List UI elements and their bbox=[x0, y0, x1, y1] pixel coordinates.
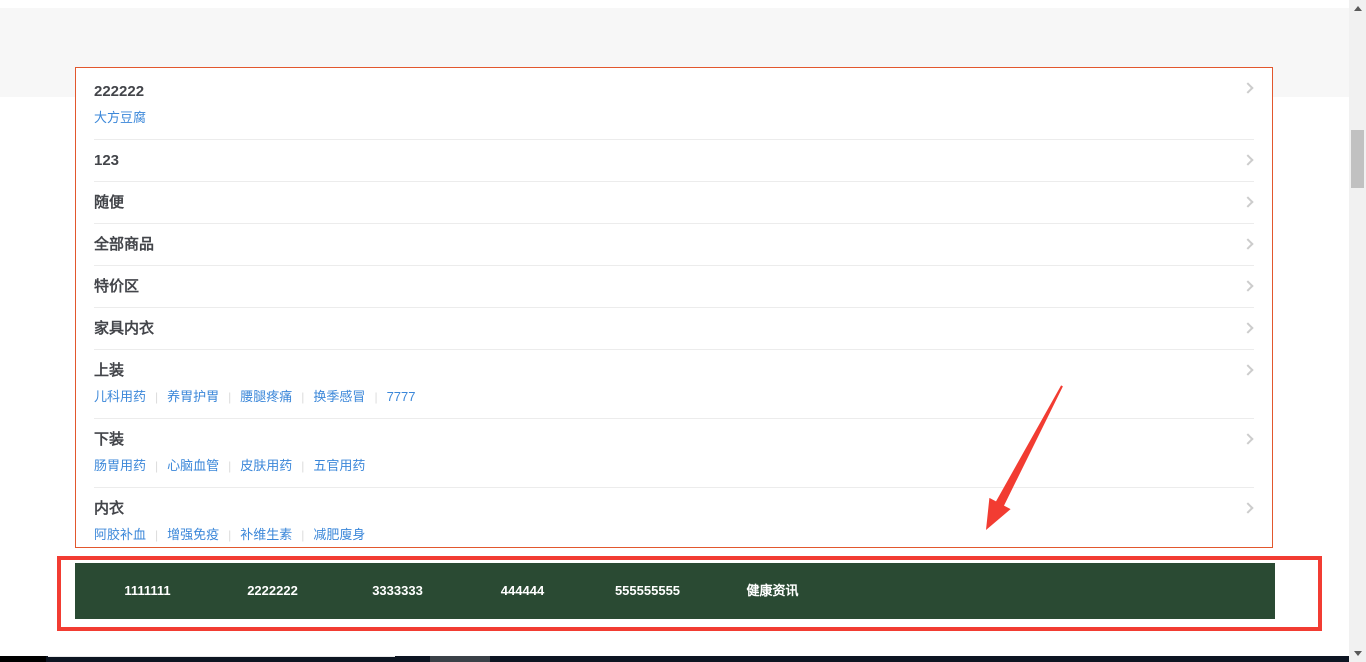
category-sublink[interactable]: 大方豆腐 bbox=[94, 110, 146, 125]
footer-nav-bar: 111111122222223333333444444555555555健康资讯 bbox=[75, 563, 1275, 619]
scroll-down-icon bbox=[1354, 651, 1362, 656]
category-title[interactable]: 随便 bbox=[94, 192, 124, 214]
category-sublinks: 肠胃用药 | 心脑血管 | 皮肤用药 | 五官用药 bbox=[94, 454, 1254, 478]
page-bottom-footer-edge bbox=[0, 656, 1349, 662]
scrollbar-down-button[interactable] bbox=[1349, 645, 1366, 662]
category-row: 全部商品 bbox=[94, 224, 1254, 266]
category-title[interactable]: 上装 bbox=[94, 360, 124, 382]
category-sublinks: 阿胶补血 | 增强免疫 | 补维生素 | 减肥廋身 bbox=[94, 523, 1254, 547]
category-sublink[interactable]: 养胃护胃 bbox=[167, 389, 219, 404]
footer-edge-segment bbox=[430, 656, 490, 662]
scrollbar-up-button[interactable] bbox=[1349, 0, 1366, 17]
category-row: 内衣阿胶补血 | 增强免疫 | 补维生素 | 减肥廋身 bbox=[94, 488, 1254, 556]
footer-nav-list: 111111122222223333333444444555555555健康资讯 bbox=[75, 563, 1275, 619]
category-sublink[interactable]: 皮肤用药 bbox=[240, 458, 292, 473]
scroll-up-icon bbox=[1354, 6, 1362, 11]
category-sublink[interactable]: 7777 bbox=[387, 389, 416, 404]
footer-nav-item[interactable]: 2222222 bbox=[210, 563, 335, 619]
category-row: 随便 bbox=[94, 182, 1254, 224]
link-divider: | bbox=[228, 390, 231, 404]
category-row: 123 bbox=[94, 140, 1254, 182]
category-sublinks: 大方豆腐 bbox=[94, 106, 1254, 130]
chevron-right-icon[interactable] bbox=[1242, 322, 1253, 333]
category-panel: 222222 大方豆腐 123 随便全部商品特价区家具内衣上装儿科用药 | 养胃护胃 | 腰腿… bbox=[75, 67, 1273, 548]
chevron-right-icon[interactable] bbox=[1242, 502, 1253, 513]
chevron-right-icon[interactable] bbox=[1242, 364, 1253, 375]
category-sublinks: 儿科用药 | 养胃护胃 | 腰腿疼痛 | 换季感冒 | 7777 bbox=[94, 385, 1254, 409]
category-sublink[interactable]: 五官用药 bbox=[313, 458, 365, 473]
chevron-right-icon[interactable] bbox=[1242, 433, 1253, 444]
category-title[interactable]: 特价区 bbox=[94, 276, 139, 298]
link-divider: | bbox=[301, 390, 304, 404]
category-sublink[interactable]: 补维生素 bbox=[240, 527, 292, 542]
category-title[interactable]: 下装 bbox=[94, 429, 124, 451]
chevron-right-icon[interactable] bbox=[1242, 196, 1253, 207]
category-row: 222222 大方豆腐 bbox=[94, 68, 1254, 140]
link-divider: | bbox=[155, 459, 158, 473]
scrollbar[interactable] bbox=[1349, 0, 1366, 662]
category-sublink[interactable]: 心脑血管 bbox=[167, 458, 219, 473]
footer-edge-highlight-line bbox=[48, 656, 395, 657]
footer-nav-item[interactable]: 555555555 bbox=[585, 563, 710, 619]
chevron-right-icon[interactable] bbox=[1242, 280, 1253, 291]
chevron-right-icon[interactable] bbox=[1242, 238, 1253, 249]
link-divider: | bbox=[155, 528, 158, 542]
category-title[interactable]: 123 bbox=[94, 150, 119, 172]
footer-edge-segment bbox=[0, 656, 46, 662]
category-title[interactable]: 内衣 bbox=[94, 498, 124, 520]
footer-nav-item[interactable]: 健康资讯 bbox=[710, 563, 835, 619]
footer-nav-item[interactable]: 1111111 bbox=[85, 563, 210, 619]
category-sublink[interactable]: 阿胶补血 bbox=[94, 527, 146, 542]
category-row: 下装肠胃用药 | 心脑血管 | 皮肤用药 | 五官用药 bbox=[94, 419, 1254, 488]
category-sublink[interactable]: 增强免疫 bbox=[167, 527, 219, 542]
link-divider: | bbox=[374, 390, 377, 404]
category-title[interactable]: 222222 bbox=[94, 81, 144, 103]
link-divider: | bbox=[228, 459, 231, 473]
category-sublink[interactable]: 换季感冒 bbox=[313, 389, 365, 404]
link-divider: | bbox=[301, 528, 304, 542]
category-row: 特价区 bbox=[94, 266, 1254, 308]
link-divider: | bbox=[301, 459, 304, 473]
category-title[interactable]: 全部商品 bbox=[94, 234, 154, 256]
browser-viewport: 222222 大方豆腐 123 随便全部商品特价区家具内衣上装儿科用药 | 养胃护胃 | 腰腿… bbox=[0, 0, 1366, 662]
category-sublink[interactable]: 儿科用药 bbox=[94, 389, 146, 404]
chevron-right-icon[interactable] bbox=[1242, 82, 1253, 93]
link-divider: | bbox=[155, 390, 158, 404]
category-row: 上装儿科用药 | 养胃护胃 | 腰腿疼痛 | 换季感冒 | 7777 bbox=[94, 350, 1254, 419]
category-sublink[interactable]: 减肥廋身 bbox=[313, 527, 365, 542]
chevron-right-icon[interactable] bbox=[1242, 154, 1253, 165]
category-sublink[interactable]: 肠胃用药 bbox=[94, 458, 146, 473]
scrollbar-thumb[interactable] bbox=[1351, 130, 1364, 188]
link-divider: | bbox=[228, 528, 231, 542]
footer-nav-item[interactable]: 3333333 bbox=[335, 563, 460, 619]
category-sublink[interactable]: 腰腿疼痛 bbox=[240, 389, 292, 404]
footer-nav-item[interactable]: 444444 bbox=[460, 563, 585, 619]
category-row: 家具内衣 bbox=[94, 308, 1254, 350]
category-title[interactable]: 家具内衣 bbox=[94, 318, 154, 340]
